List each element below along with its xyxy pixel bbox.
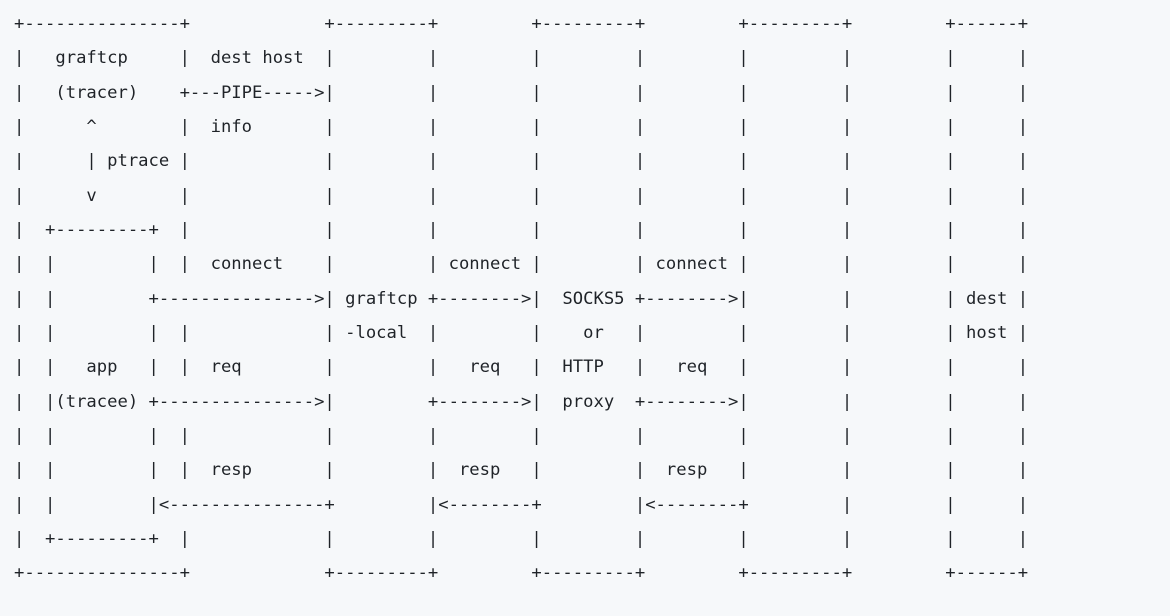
ascii-diagram-code: +---------------+ +---------+ +---------… bbox=[14, 14, 1028, 583]
ascii-diagram: +---------------+ +---------+ +---------… bbox=[0, 0, 1042, 600]
